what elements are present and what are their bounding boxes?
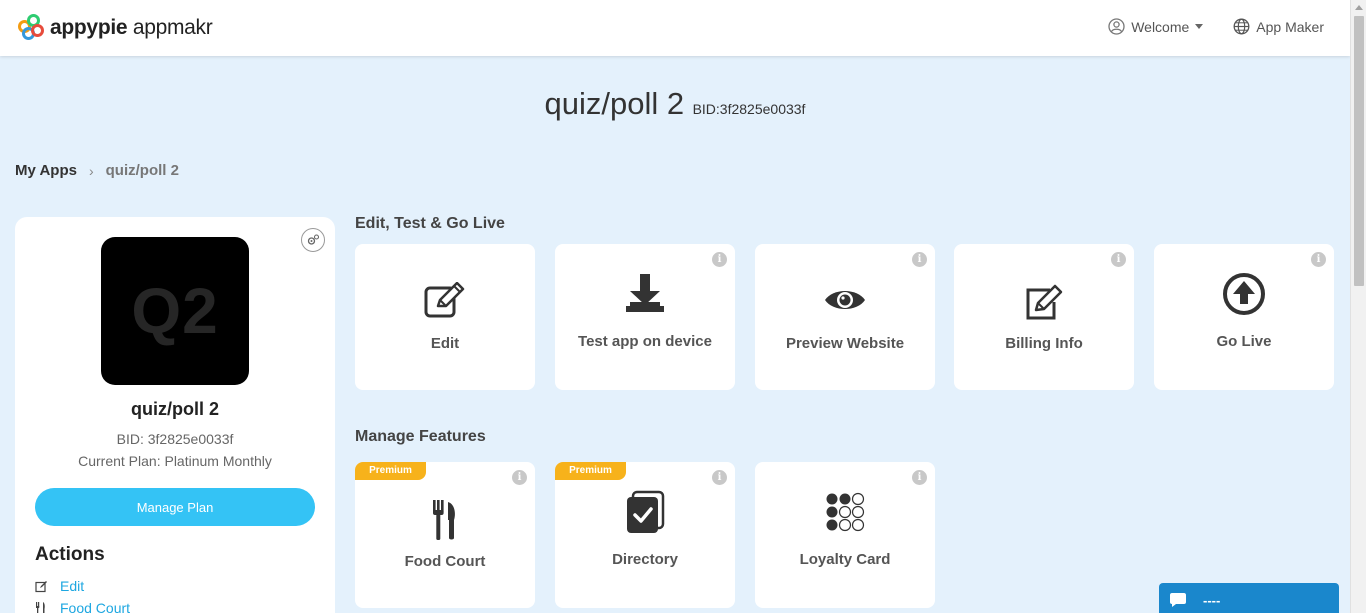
info-icon[interactable]: i — [1111, 252, 1126, 267]
app-title-name: quiz/poll 2 — [544, 86, 685, 121]
edit-test-go-live-heading: Edit, Test & Go Live — [355, 215, 505, 232]
app-title-bid: BID:3f2825e0033f — [692, 101, 806, 117]
action-edit-label: Edit — [60, 578, 85, 594]
brand-name: appypie — [50, 16, 128, 39]
gear-icon — [307, 234, 320, 245]
eye-icon — [825, 291, 865, 309]
edit-card[interactable]: Edit — [355, 244, 535, 390]
loyalty-card-card[interactable]: i Loyalty Card — [755, 462, 935, 608]
panel-bid: BID: 3f2825e0033f — [116, 431, 234, 447]
test-app-card[interactable]: i Test app on device — [555, 244, 735, 390]
go-live-card-label: Go Live — [1216, 333, 1272, 350]
food-court-card-label: Food Court — [404, 553, 486, 570]
fork-knife-icon — [433, 500, 455, 540]
panel-app-name: quiz/poll 2 — [131, 399, 219, 419]
premium-badge: Premium — [355, 462, 426, 480]
preview-website-card-label: Preview Website — [785, 335, 905, 352]
info-icon[interactable]: i — [712, 470, 727, 485]
app-icon-text: Q2 — [131, 275, 219, 347]
welcome-menu[interactable]: Welcome — [1108, 18, 1204, 35]
edit-card-label: Edit — [430, 335, 460, 352]
app-maker-menu[interactable]: App Maker — [1233, 18, 1324, 35]
scrollbar-thumb[interactable] — [1354, 16, 1364, 286]
premium-badge: Premium — [555, 462, 626, 480]
action-edit-link[interactable]: Edit — [35, 578, 84, 594]
user-icon — [1108, 18, 1125, 35]
appypie-logo[interactable]: appypie appmakr — [18, 14, 213, 42]
billing-info-card[interactable]: i Billing Info — [954, 244, 1134, 390]
actions-heading: Actions — [35, 544, 105, 565]
globe-icon — [1233, 18, 1250, 35]
top-navbar: appypie appmakr Welcome App Maker — [0, 0, 1350, 56]
page-title: quiz/poll 2 BID:3f2825e0033f — [0, 86, 1350, 122]
brand-product: appmakr — [132, 16, 213, 39]
welcome-label: Welcome — [1131, 18, 1190, 35]
test-app-card-label: Test app on device — [578, 333, 712, 350]
app-maker-label: App Maker — [1256, 18, 1324, 35]
breadcrumb: My Apps › quiz/poll 2 — [15, 162, 179, 179]
panel-current-plan: Current Plan: Platinum Monthly — [78, 453, 272, 469]
edit-icon — [424, 282, 465, 318]
edit-icon — [35, 580, 47, 592]
app-info-panel: Q2 quiz/poll 2 BID: 3f2825e0033f Current… — [15, 217, 335, 613]
action-food-court-label: Food Court — [60, 600, 131, 613]
info-icon[interactable]: i — [912, 252, 927, 267]
directory-icon — [627, 490, 665, 533]
directory-card-label: Directory — [612, 551, 678, 568]
loyalty-card-card-label: Loyalty Card — [799, 551, 891, 568]
action-food-court-link[interactable]: Food Court — [35, 600, 130, 613]
breadcrumb-my-apps[interactable]: My Apps — [15, 162, 77, 179]
fork-knife-icon — [36, 601, 45, 613]
info-icon[interactable]: i — [512, 470, 527, 485]
logo-text: appypie appmakr — [50, 16, 213, 40]
settings-gear-button[interactable] — [301, 228, 325, 252]
chat-label: ---- — [1203, 592, 1221, 608]
download-icon — [626, 274, 664, 312]
manage-plan-button[interactable]: Manage Plan — [35, 488, 315, 526]
page-scrollbar[interactable] — [1350, 0, 1366, 613]
go-live-card[interactable]: i Go Live — [1154, 244, 1334, 390]
breadcrumb-current: quiz/poll 2 — [105, 162, 179, 179]
breadcrumb-separator-icon: › — [88, 162, 94, 179]
manage-features-heading: Manage Features — [355, 428, 486, 445]
billing-edit-icon — [1026, 284, 1063, 320]
chat-widget[interactable]: ---- — [1159, 583, 1339, 613]
scroll-up-arrow-icon[interactable] — [1355, 5, 1363, 10]
chat-bubble-icon — [1170, 593, 1186, 607]
info-icon[interactable]: i — [1311, 252, 1326, 267]
info-icon[interactable]: i — [912, 470, 927, 485]
food-court-card[interactable]: Premium i Food Court — [355, 462, 535, 608]
chevron-down-icon — [1195, 24, 1204, 29]
logo-mark-icon — [18, 14, 46, 42]
upload-arrow-icon — [1223, 273, 1265, 315]
preview-website-card[interactable]: i Preview Website — [755, 244, 935, 390]
loyalty-dots-icon — [826, 492, 865, 532]
info-icon[interactable]: i — [712, 252, 727, 267]
directory-card[interactable]: Premium i Directory — [555, 462, 735, 608]
billing-info-card-label: Billing Info — [1005, 335, 1083, 352]
app-icon-image: Q2 — [101, 237, 249, 385]
